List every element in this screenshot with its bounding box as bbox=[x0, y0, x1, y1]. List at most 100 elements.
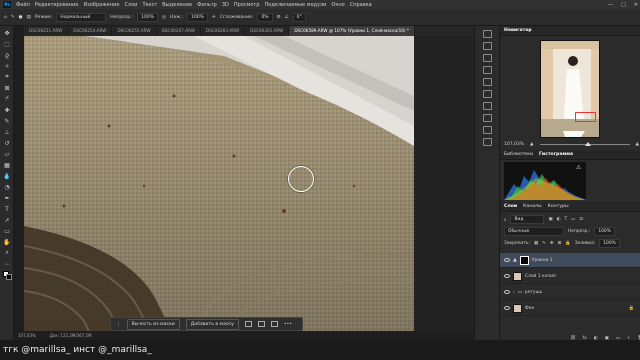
layer-row[interactable]: Слой 1 копия bbox=[500, 269, 640, 284]
zoom-readout[interactable]: 107,03% bbox=[18, 333, 36, 338]
navigator-view-box[interactable] bbox=[575, 112, 596, 122]
menu-image[interactable]: Изображение bbox=[83, 2, 119, 8]
eye-icon[interactable] bbox=[504, 306, 510, 310]
navigator-title[interactable]: Навигатор bbox=[504, 28, 532, 33]
menu-3d[interactable]: 3D bbox=[222, 2, 229, 8]
menu-text[interactable]: Текст bbox=[142, 2, 157, 8]
mask-fill-icon[interactable] bbox=[270, 321, 278, 327]
flow-field[interactable]: 100% bbox=[187, 12, 208, 22]
angle-field[interactable]: 0° bbox=[292, 12, 306, 22]
layer-name[interactable]: Фон bbox=[525, 306, 534, 311]
minimize-button[interactable]: — bbox=[608, 2, 613, 8]
navigator-thumbnail[interactable] bbox=[540, 40, 600, 138]
zoom-out-icon[interactable]: ▲ bbox=[530, 142, 533, 147]
brush-settings-icon[interactable]: ▤ bbox=[27, 15, 31, 20]
filter-pixel-icon[interactable]: ▣ bbox=[548, 217, 552, 222]
lock-move-icon[interactable]: ✥ bbox=[550, 241, 554, 246]
layer-name[interactable]: Слой 1 копия bbox=[525, 274, 556, 279]
tab-channels[interactable]: Каналы bbox=[523, 204, 541, 209]
gradient-tool-icon[interactable]: ▦ bbox=[3, 161, 11, 169]
shape-tool-icon[interactable]: ▭ bbox=[3, 227, 11, 235]
layer-opacity-field[interactable]: 100% bbox=[594, 227, 615, 236]
tab-histogram[interactable]: Гистограмма bbox=[539, 152, 573, 157]
history-brush-icon[interactable]: ↺ bbox=[3, 139, 11, 147]
menu-edit[interactable]: Редактирование bbox=[35, 2, 79, 8]
tab-doc-1[interactable]: DSC06251.ARW bbox=[24, 26, 69, 36]
more-tools-icon[interactable]: ⋯ bbox=[3, 260, 11, 268]
opacity-field[interactable]: 100% bbox=[137, 12, 158, 22]
eyedropper-tool-icon[interactable]: ⌿ bbox=[3, 95, 11, 103]
lock-pixels-icon[interactable]: ▦ bbox=[534, 241, 538, 246]
menu-view[interactable]: Просмотр bbox=[234, 2, 260, 8]
brush-tool-icon[interactable]: ✎ bbox=[3, 117, 11, 125]
tab-doc-3[interactable]: DSC06255.ARW bbox=[112, 26, 157, 36]
info-icon[interactable] bbox=[483, 102, 492, 110]
lock-all-icon[interactable]: 🔒 bbox=[565, 241, 570, 246]
filter-type-icon[interactable]: T bbox=[564, 217, 567, 222]
path-select-icon[interactable]: ➚ bbox=[3, 216, 11, 224]
menu-filter[interactable]: Фильтр bbox=[197, 2, 217, 8]
color-icon[interactable] bbox=[483, 126, 492, 134]
move-tool-icon[interactable]: ✥ bbox=[3, 29, 11, 37]
type-tool-icon[interactable]: T bbox=[3, 205, 11, 213]
clone-source-icon[interactable] bbox=[483, 90, 492, 98]
drag-handle-icon[interactable]: ⋮ bbox=[116, 322, 121, 327]
eye-icon[interactable] bbox=[504, 290, 510, 294]
tab-doc-2[interactable]: DSC06254.ARW bbox=[68, 26, 113, 36]
layer-filter-select[interactable]: Вид bbox=[510, 215, 545, 224]
brush-tool-icon[interactable]: ✎ bbox=[11, 15, 15, 20]
smoothing-settings-icon[interactable]: ⚙ bbox=[277, 15, 281, 20]
fill-field[interactable]: 100% bbox=[599, 239, 620, 248]
zoom-slider[interactable] bbox=[539, 141, 630, 146]
invert-mask-icon[interactable] bbox=[244, 321, 252, 327]
stamp-tool-icon[interactable]: ⊥ bbox=[3, 128, 11, 136]
layer-row[interactable]: ▲ Уровни 1 bbox=[500, 253, 640, 268]
airbrush-icon[interactable]: ✈ bbox=[212, 15, 216, 20]
close-button[interactable]: ✕ bbox=[634, 2, 638, 8]
blur-tool-icon[interactable]: 💧 bbox=[3, 172, 11, 180]
home-icon[interactable]: ⌂ bbox=[4, 15, 7, 20]
filter-shape-icon[interactable]: ▭ bbox=[571, 217, 575, 222]
dodge-tool-icon[interactable]: ◔ bbox=[3, 183, 11, 191]
menu-file[interactable]: Файл bbox=[16, 2, 30, 8]
zoom-in-icon[interactable]: ▲ bbox=[636, 142, 639, 147]
hand-tool-icon[interactable]: ✋ bbox=[3, 238, 11, 246]
tab-doc-6[interactable]: DSC06305.ARW bbox=[245, 26, 290, 36]
adjustments-icon[interactable] bbox=[483, 66, 492, 74]
healing-tool-icon[interactable]: ✚ bbox=[3, 106, 11, 114]
pressure-opacity-icon[interactable]: ◎ bbox=[162, 15, 166, 20]
brush-preset-icon[interactable]: ● bbox=[19, 15, 23, 20]
swatches-icon[interactable] bbox=[483, 114, 492, 122]
lasso-tool-icon[interactable]: ϱ bbox=[3, 51, 11, 59]
tab-doc-4[interactable]: DSC06267.ARW bbox=[157, 26, 201, 36]
eye-icon[interactable] bbox=[504, 258, 510, 262]
zoom-tool-icon[interactable]: ⌕ bbox=[3, 249, 11, 257]
menu-help[interactable]: Справка bbox=[350, 2, 372, 8]
tab-paths[interactable]: Контуры bbox=[548, 204, 569, 209]
menu-layers[interactable]: Слои bbox=[124, 2, 137, 8]
menu-plugins[interactable]: Подключаемые модули bbox=[265, 2, 327, 8]
maximize-button[interactable]: □ bbox=[621, 2, 626, 8]
menu-select[interactable]: Выделение bbox=[162, 2, 192, 8]
eye-icon[interactable] bbox=[504, 274, 510, 278]
histogram-warning-icon[interactable]: ⚠ bbox=[576, 164, 581, 171]
blend-mode-select[interactable]: Обычные bbox=[504, 227, 564, 236]
marquee-tool-icon[interactable]: ⬚ bbox=[3, 40, 11, 48]
lock-paint-icon[interactable]: ✎ bbox=[542, 241, 546, 246]
paths-icon[interactable] bbox=[483, 138, 492, 146]
actions-icon[interactable] bbox=[483, 42, 492, 50]
document-canvas[interactable] bbox=[24, 36, 414, 339]
color-swatches-icon[interactable] bbox=[3, 271, 13, 281]
layer-mask-thumbnail[interactable] bbox=[519, 255, 529, 265]
more-options-button[interactable]: ••• bbox=[284, 322, 292, 327]
layer-name[interactable]: ретушь bbox=[525, 290, 542, 295]
navigator-zoom-value[interactable]: 107,03% bbox=[504, 142, 524, 147]
crop-tool-icon[interactable]: ⌗ bbox=[3, 73, 11, 81]
tab-doc-active[interactable]: DSC06589.ARW @ 107% (Уровни 1, Слой-маск… bbox=[289, 26, 415, 36]
lock-artboard-icon[interactable]: ⊠ bbox=[558, 241, 562, 246]
frame-tool-icon[interactable]: ⊠ bbox=[3, 84, 11, 92]
filter-smart-icon[interactable]: ⊡ bbox=[579, 217, 583, 222]
layer-name[interactable]: Уровни 1 bbox=[532, 258, 553, 263]
mode-select[interactable]: Нормальный bbox=[56, 12, 107, 22]
eraser-tool-icon[interactable]: ▱ bbox=[3, 150, 11, 158]
